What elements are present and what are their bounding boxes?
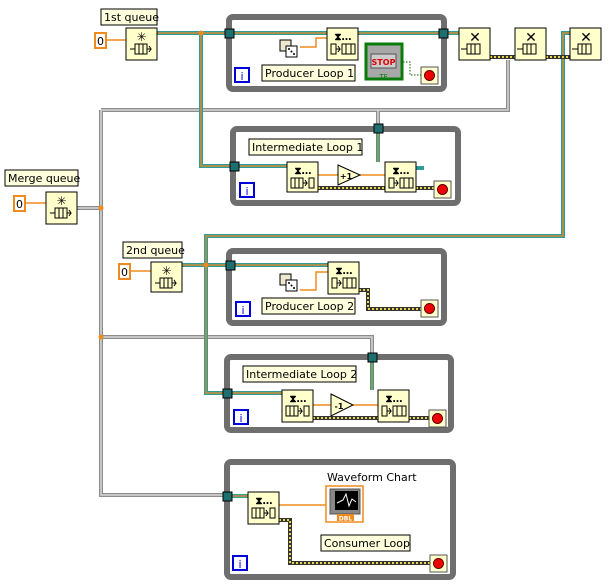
svg-text:2nd queue: 2nd queue xyxy=(126,244,185,257)
release-merge-queue-node[interactable] xyxy=(514,27,547,61)
block-diagram: ✳ ⧗… ⧗… ✕ 1st queue 0 Merge queue 0 2nd … xyxy=(4,8,602,580)
producer-loop-2[interactable]: i Producer Loop 2 xyxy=(225,248,447,326)
svg-text:STOP: STOP xyxy=(372,58,396,67)
intermediate-loop-1[interactable]: +1 i Intermediate Loop 1 xyxy=(229,123,461,206)
stop-boolean-wire xyxy=(403,61,421,76)
random-number-dice-icon xyxy=(279,273,298,292)
svg-text:0: 0 xyxy=(121,266,128,279)
producer-loop-1[interactable]: STOP TF i Producer Loop 1 xyxy=(224,14,449,92)
dequeue-element-node[interactable] xyxy=(286,161,319,193)
enqueue-element-node[interactable] xyxy=(326,27,359,61)
enqueue-element-node[interactable] xyxy=(377,389,410,423)
svg-text:i: i xyxy=(239,412,242,425)
loop-iteration-terminal: i xyxy=(235,301,251,317)
release-queue-2-node[interactable] xyxy=(569,27,602,61)
svg-text:i: i xyxy=(245,185,248,198)
tunnel xyxy=(438,28,449,39)
intermediate-loop-2-label: Intermediate Loop 2 xyxy=(246,368,357,381)
enqueue-element-node[interactable] xyxy=(384,161,417,193)
obtain-queue-2-node[interactable] xyxy=(150,261,183,293)
enqueue-element-node[interactable] xyxy=(327,261,360,295)
loop-condition-stop-terminal xyxy=(420,66,439,85)
random-number-dice-icon xyxy=(279,39,298,58)
second-queue-size-constant[interactable]: 0 xyxy=(118,263,131,280)
merge-queue-label: Merge queue xyxy=(4,169,81,187)
loop-condition-stop-terminal xyxy=(428,409,447,428)
loop-iteration-terminal: i xyxy=(239,182,255,198)
dequeue-element-node[interactable] xyxy=(281,389,314,423)
consumer-loop-label: Consumer Loop xyxy=(324,537,410,550)
consumer-loop[interactable]: Waveform Chart DBL i Consumer Loop xyxy=(222,459,456,580)
waveform-chart-label: Waveform Chart xyxy=(327,471,417,484)
tunnel xyxy=(225,260,236,271)
loop-condition-stop-terminal xyxy=(420,299,439,318)
svg-text:1st queue: 1st queue xyxy=(104,11,159,24)
decrement-node[interactable]: -1 xyxy=(330,393,355,417)
producer-loop-2-label: Producer Loop 2 xyxy=(265,300,354,313)
loop-condition-stop-terminal xyxy=(433,180,452,199)
svg-text:-1: -1 xyxy=(335,402,344,411)
release-queue-1-node[interactable] xyxy=(458,27,491,61)
tunnel xyxy=(222,388,233,399)
tunnel xyxy=(224,28,235,39)
tunnel xyxy=(367,352,378,363)
wire-junction xyxy=(203,262,209,268)
svg-text:Merge queue: Merge queue xyxy=(8,172,81,185)
second-queue-label: 2nd queue xyxy=(122,241,185,259)
producer-loop-1-label: Producer Loop 1 xyxy=(265,67,354,80)
tunnel xyxy=(373,123,384,134)
first-queue-label: 1st queue xyxy=(100,8,159,26)
svg-text:i: i xyxy=(238,558,241,571)
svg-text:0: 0 xyxy=(16,198,23,211)
intermediate-loop-1-label: Intermediate Loop 1 xyxy=(252,141,363,154)
tunnel xyxy=(229,161,240,172)
svg-text:TF: TF xyxy=(378,73,387,81)
svg-text:+1: +1 xyxy=(340,172,353,181)
wire-junction xyxy=(98,334,104,340)
loop-iteration-terminal: i xyxy=(232,555,248,571)
wire-junction xyxy=(198,30,204,36)
merge-queue-size-constant[interactable]: 0 xyxy=(13,195,26,212)
svg-text:DBL: DBL xyxy=(339,516,353,523)
svg-text:i: i xyxy=(240,70,243,83)
stop-button-control[interactable]: STOP TF xyxy=(364,42,404,81)
dequeue-element-node[interactable] xyxy=(247,491,280,525)
first-queue-size-constant[interactable]: 0 xyxy=(94,32,107,49)
loop-iteration-terminal: i xyxy=(234,67,250,83)
svg-text:0: 0 xyxy=(97,35,104,48)
loop-condition-stop-terminal xyxy=(429,554,448,573)
obtain-merge-queue-node[interactable] xyxy=(45,191,78,225)
tunnel xyxy=(222,491,233,502)
increment-node[interactable]: +1 xyxy=(337,164,362,186)
loop-iteration-terminal: i xyxy=(233,409,249,425)
obtain-queue-1-node[interactable] xyxy=(125,27,158,61)
wire-junction xyxy=(98,205,104,211)
waveform-chart-terminal[interactable]: DBL xyxy=(325,485,364,523)
svg-text:i: i xyxy=(241,304,244,317)
